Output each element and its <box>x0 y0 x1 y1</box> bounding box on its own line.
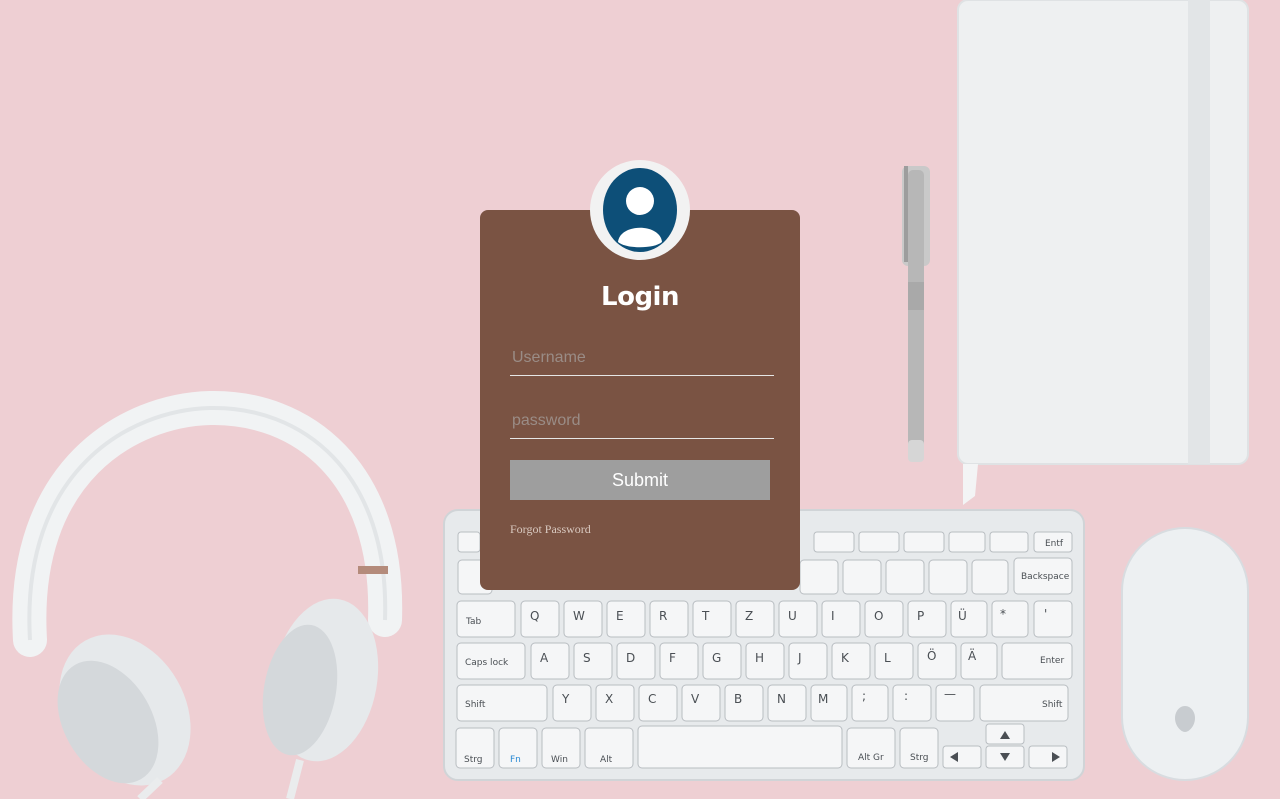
login-title: Login <box>601 282 679 312</box>
submit-button[interactable]: Submit <box>510 460 770 500</box>
svg-text:R: R <box>659 609 667 623</box>
svg-text:P: P <box>917 609 924 623</box>
svg-text:V: V <box>691 692 700 706</box>
user-avatar-icon <box>603 168 677 252</box>
svg-text:L: L <box>884 651 891 665</box>
headphones <box>12 390 403 799</box>
svg-text:W: W <box>573 609 585 623</box>
svg-text:Tab: Tab <box>465 617 482 627</box>
svg-text:M: M <box>818 692 828 706</box>
svg-text:;: ; <box>862 689 866 703</box>
svg-text:Ä: Ä <box>968 648 977 663</box>
mouse <box>1121 527 1249 781</box>
svg-text:N: N <box>777 692 786 706</box>
svg-text:I: I <box>831 609 835 623</box>
notebook <box>957 0 1249 505</box>
svg-text:S: S <box>583 651 591 665</box>
svg-text:T: T <box>701 609 710 623</box>
svg-text:': ' <box>1044 607 1047 621</box>
svg-text:Strg: Strg <box>464 755 483 765</box>
svg-text:K: K <box>841 651 850 665</box>
svg-text:Shift: Shift <box>1042 700 1063 710</box>
svg-text:Q: Q <box>530 609 539 623</box>
password-input[interactable] <box>510 403 774 439</box>
svg-text:Enter: Enter <box>1040 656 1064 666</box>
svg-text:C: C <box>648 692 656 706</box>
svg-text:Backspace: Backspace <box>1021 572 1070 582</box>
svg-text:Strg: Strg <box>910 753 929 763</box>
svg-text:Y: Y <box>561 692 570 706</box>
svg-text:A: A <box>540 651 549 665</box>
svg-text:J: J <box>797 651 802 665</box>
svg-text:Z: Z <box>745 609 753 623</box>
svg-text:H: H <box>755 651 764 665</box>
svg-text:G: G <box>712 651 721 665</box>
forgot-password-link[interactable]: Forgot Password <box>510 522 591 537</box>
svg-text:Entf: Entf <box>1045 539 1064 549</box>
svg-text:Alt: Alt <box>600 755 613 765</box>
svg-text:Ö: Ö <box>927 647 936 663</box>
svg-text:Fn: Fn <box>510 755 521 765</box>
svg-text:F: F <box>669 651 676 665</box>
svg-text:E: E <box>616 609 624 623</box>
pen <box>902 166 930 462</box>
svg-text:Alt Gr: Alt Gr <box>858 753 884 763</box>
username-input[interactable] <box>510 340 774 376</box>
svg-text:—: — <box>944 687 956 701</box>
svg-text:D: D <box>626 651 635 665</box>
login-card: Login Submit Forgot Password <box>480 210 800 590</box>
svg-text:Ü: Ü <box>958 607 967 623</box>
avatar <box>590 160 690 260</box>
svg-text:B: B <box>734 692 742 706</box>
svg-text:O: O <box>874 609 883 623</box>
svg-text:Win: Win <box>551 755 568 765</box>
svg-text:X: X <box>605 692 613 706</box>
svg-text:*: * <box>1000 607 1006 621</box>
svg-text::: : <box>904 689 908 703</box>
svg-text:U: U <box>788 609 797 623</box>
svg-text:Shift: Shift <box>465 700 486 710</box>
svg-text:Caps lock: Caps lock <box>465 658 509 668</box>
